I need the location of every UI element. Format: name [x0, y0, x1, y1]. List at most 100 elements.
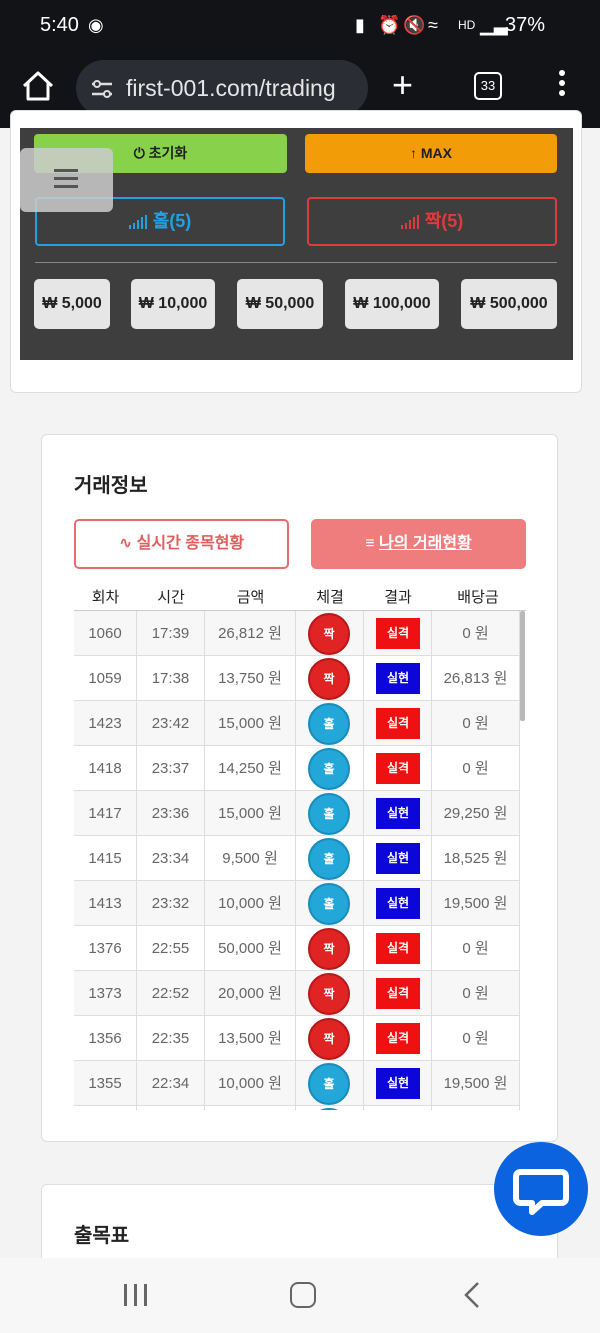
recent-apps-icon[interactable]: [122, 1284, 150, 1306]
even-ball: 짝: [308, 928, 350, 970]
chat-button[interactable]: [494, 1142, 588, 1236]
col-result: 결과: [384, 589, 412, 606]
amount-chip-500000[interactable]: ₩ 500,000: [461, 279, 557, 329]
amount-chip-100000[interactable]: ₩ 100,000: [345, 279, 439, 329]
site-settings-icon[interactable]: [90, 78, 114, 100]
result-fail-badge: 실격: [376, 933, 420, 964]
address-bar[interactable]: first-001.com/trading: [76, 60, 368, 116]
cell-result: 실격: [364, 611, 432, 656]
col-amount: 금액: [236, 589, 265, 606]
cell-pick: 짝: [296, 656, 364, 701]
hamburger-menu-button[interactable]: [20, 148, 113, 212]
cell-result: 실격: [364, 746, 432, 791]
cell-payout: 0 원: [432, 611, 520, 656]
table-row: 1060 17:39 26,812 원 짝 실격 0 원: [74, 611, 520, 656]
cell-round: 1060: [74, 611, 137, 656]
cell-pick: 홀: [296, 791, 364, 836]
col-payout: 배당금: [457, 589, 499, 606]
list-icon: ≡: [365, 535, 375, 552]
power-icon: ⏻: [133, 145, 145, 161]
table-row: 1423 23:42 15,000 원 홀 실격 0 원: [74, 701, 520, 746]
odd-ball: 홀: [308, 1063, 350, 1105]
result-win-badge: 실현: [376, 888, 420, 919]
cell-payout: 26,813 원: [432, 656, 520, 701]
cell-time: 23:42: [137, 701, 205, 746]
home-icon[interactable]: [20, 68, 56, 104]
even-ball: 짝: [308, 1018, 350, 1060]
result-fail-badge: 실격: [376, 978, 420, 1009]
cell-pick: [296, 1106, 364, 1110]
cell-round: 1356: [74, 1016, 137, 1061]
cell-result: 실격: [364, 926, 432, 971]
result-fail-badge: 실격: [376, 1023, 420, 1054]
cell-payout: 19,500 원: [432, 881, 520, 926]
cell-amount: [205, 1106, 296, 1110]
table-row: [74, 1106, 520, 1110]
schedule-title: 출목표: [74, 1225, 130, 1247]
table-row: 1356 22:35 13,500 원 짝 실격 0 원: [74, 1016, 520, 1061]
cell-payout: 0 원: [432, 926, 520, 971]
cell-payout: 0 원: [432, 1016, 520, 1061]
result-win-badge: 실현: [376, 843, 420, 874]
battery-saver-icon: ▮: [355, 15, 365, 35]
cell-amount: 13,750 원: [205, 656, 296, 701]
cell-round: 1418: [74, 746, 137, 791]
cell-pick: 홀: [296, 836, 364, 881]
amount-chip-5000[interactable]: ₩ 5,000: [34, 279, 110, 329]
cell-amount: 10,000 원: [205, 1061, 296, 1106]
cell-payout: 0 원: [432, 746, 520, 791]
result-fail-badge: 실격: [376, 618, 420, 649]
amount-chip-10000[interactable]: ₩ 10,000: [131, 279, 215, 329]
cell-time: 22:35: [137, 1016, 205, 1061]
cell-amount: 50,000 원: [205, 926, 296, 971]
arrow-up-icon: ↑: [409, 145, 417, 161]
cell-result: 실격: [364, 971, 432, 1016]
status-bar: 5:40 ◉ ▮ ⏰ 🔇 ≈ HD ▁▃ 37%: [0, 0, 600, 52]
nav-home-icon[interactable]: [290, 1282, 316, 1308]
odd-ball: 홀: [308, 703, 350, 745]
cell-result: 실격: [364, 701, 432, 746]
table-row: 1373 22:52 20,000 원 짝 실격 0 원: [74, 971, 520, 1016]
tab-my-trades[interactable]: ≡ 나의 거래현황: [311, 519, 526, 569]
table-scrollbar[interactable]: [520, 611, 525, 721]
max-button[interactable]: ↑ MAX: [305, 134, 557, 173]
cell-amount: 9,500 원: [205, 836, 296, 881]
chat-bubble-icon: [513, 1169, 569, 1215]
result-fail-badge: 실격: [376, 753, 420, 784]
cell-amount: 10,000 원: [205, 881, 296, 926]
panel-divider: [35, 262, 557, 263]
cell-payout: 18,525 원: [432, 836, 520, 881]
trade-table[interactable]: 1060 17:39 26,812 원 짝 실격 0 원 1059 17:38 13,750 원…: [74, 610, 526, 1110]
cell-pick: 홀: [296, 701, 364, 746]
cell-time: 23:37: [137, 746, 205, 791]
more-menu-icon[interactable]: [553, 70, 571, 104]
cell-round: 1376: [74, 926, 137, 971]
new-tab-icon[interactable]: +: [392, 64, 413, 106]
table-row: 1355 22:34 10,000 원 홀 실현 19,500 원: [74, 1061, 520, 1106]
col-time: 시간: [157, 589, 185, 606]
cell-amount: 13,500 원: [205, 1016, 296, 1061]
reset-label: 초기화: [148, 145, 188, 161]
cell-time: 23:32: [137, 881, 205, 926]
screen: 5:40 ◉ ▮ ⏰ 🔇 ≈ HD ▁▃ 37% first-001.com/t…: [0, 0, 600, 1333]
table-header: 회차 시간 금액 체결 결과 배당금: [74, 586, 526, 610]
even-button[interactable]: 짝(5): [307, 197, 557, 246]
cell-result: 실현: [364, 836, 432, 881]
cell-payout: 29,250 원: [432, 791, 520, 836]
odd-ball: 홀: [308, 838, 350, 880]
back-icon[interactable]: [462, 1280, 482, 1310]
tab-switcher-button[interactable]: 33: [474, 72, 502, 100]
pulse-icon: ∿: [118, 535, 133, 552]
cell-round: 1059: [74, 656, 137, 701]
cell-result: 실현: [364, 791, 432, 836]
cell-time: [137, 1106, 205, 1110]
amount-chip-50000[interactable]: ₩ 50,000: [237, 279, 323, 329]
col-pick: 체결: [316, 589, 344, 606]
tab-live-status[interactable]: ∿ 실시간 종목현황: [74, 519, 289, 569]
cell-round: 1355: [74, 1061, 137, 1106]
result-win-badge: 실현: [376, 1068, 420, 1099]
cell-round: 1417: [74, 791, 137, 836]
odd-ball: [308, 1108, 350, 1110]
url-text: first-001.com/trading: [126, 75, 336, 101]
cell-round: 1423: [74, 701, 137, 746]
